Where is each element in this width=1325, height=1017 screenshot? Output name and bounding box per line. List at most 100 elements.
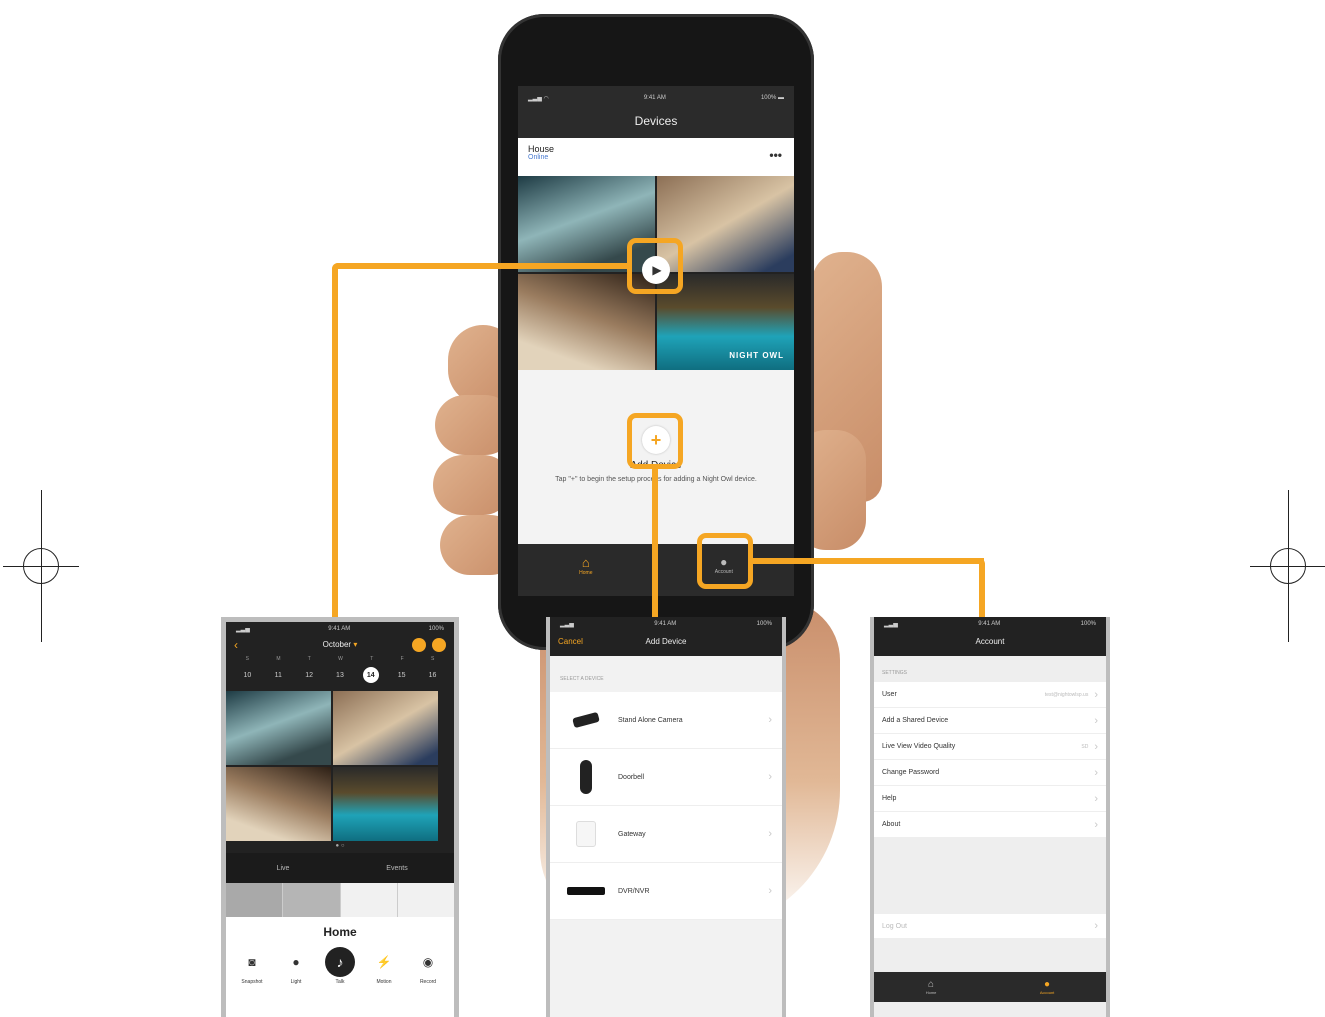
playback-icon[interactable] — [412, 638, 426, 652]
status-bar: ▂▃▅ 9:41 AM 100% — [884, 621, 1096, 628]
settings-row[interactable]: User test@nightowlsp.us › — [874, 682, 1106, 708]
settings-row-label: Add a Shared Device — [882, 717, 949, 724]
camera-tile-4[interactable] — [333, 767, 438, 841]
camera-device-icon — [560, 711, 612, 729]
status-bar: ▂▃▅ 9:41 AM 100% — [236, 626, 444, 633]
tab-home[interactable]: ⌂ Home — [579, 555, 592, 576]
settings-row-label: User — [882, 691, 897, 698]
talk-button[interactable]: ♪ Talk — [322, 947, 358, 985]
settings-row[interactable]: Live View Video Quality SD › — [874, 734, 1106, 760]
day-12[interactable]: 12 — [301, 667, 317, 683]
tab-events[interactable]: Events — [340, 865, 454, 872]
bottom-tab-bar: ⌂ Home ● Account — [874, 972, 1106, 1002]
device-option-label: Stand Alone Camera — [618, 716, 683, 724]
chevron-right-icon: › — [768, 771, 772, 783]
day-row: 10 11 12 13 14 15 16 — [226, 664, 454, 686]
settings-row[interactable]: About › — [874, 812, 1106, 838]
settings-list: User test@nightowlsp.us › Add a Shared Devi… — [874, 682, 1106, 838]
weekday-label: M — [276, 656, 281, 662]
middle-screen: ▂▃▅ 9:41 AM 100% Cancel Add Device SELEC… — [546, 617, 786, 1017]
section-header: SETTINGS — [882, 670, 908, 676]
light-button[interactable]: ● Light — [278, 947, 314, 985]
chevron-right-icon: › — [1094, 766, 1098, 779]
device-option[interactable]: DVR/NVR › — [550, 863, 782, 920]
logout-label: Log Out — [882, 922, 907, 930]
camera-grid[interactable] — [226, 691, 454, 843]
gateway-icon — [560, 821, 612, 847]
tab-live[interactable]: Live — [226, 865, 340, 872]
bulb-icon: ● — [292, 955, 300, 969]
device-option-label: Gateway — [618, 830, 646, 838]
device-card[interactable]: House Online ••• — [518, 138, 794, 176]
chevron-right-icon: › — [1094, 740, 1098, 753]
battery-indicator: 100% ▬ — [760, 95, 784, 101]
more-options-button[interactable]: ••• — [769, 148, 782, 162]
settings-row-value: test@nightowlsp.us — [1044, 691, 1089, 698]
chevron-right-icon: › — [1094, 920, 1098, 932]
section-header: SELECT A DEVICE — [560, 676, 604, 682]
device-option[interactable]: Doorbell › — [550, 749, 782, 806]
back-icon[interactable]: ‹ — [234, 638, 238, 652]
settings-row[interactable]: Change Password › — [874, 760, 1106, 786]
brand-watermark: NIGHT OWL — [729, 351, 784, 360]
chevron-right-icon: › — [768, 885, 772, 897]
tab-home[interactable]: ⌂ Home — [926, 979, 937, 995]
status-bar: ▂▃▅ ◠ 9:41 AM 100% ▬ — [518, 90, 794, 106]
weekday-label: F — [400, 656, 404, 662]
person-icon: ● — [1044, 979, 1051, 990]
chevron-right-icon: › — [1094, 714, 1098, 727]
signal-icon: ▂▃▅ ◠ — [528, 95, 549, 102]
day-14[interactable]: 14 — [362, 667, 379, 683]
day-16[interactable]: 16 — [424, 667, 440, 683]
signal-icon: ▂▃▅ — [560, 621, 574, 628]
edit-icon[interactable] — [432, 638, 446, 652]
logout-row[interactable]: Log Out › — [874, 914, 1106, 938]
device-list: Stand Alone Camera › Doorbell › Gateway › DVR/… — [550, 692, 782, 920]
right-screen: ▂▃▅ 9:41 AM 100% Account SETTINGS User te… — [870, 617, 1110, 1017]
tab-account[interactable]: ● Account — [1040, 979, 1054, 995]
weekday-label: W — [338, 656, 343, 662]
callout-play — [627, 238, 683, 294]
settings-row-label: Live View Video Quality — [882, 743, 956, 750]
page-title: Account — [975, 637, 1005, 646]
live-events-tabs: Live Events — [226, 853, 454, 883]
snapshot-button[interactable]: ◙ Snapshot — [234, 947, 270, 985]
weekday-row: SMTWTFS — [226, 656, 454, 664]
settings-row-value: SD — [1081, 743, 1089, 750]
callout-add — [627, 413, 683, 469]
callout-account — [697, 533, 753, 589]
motion-icon: ⚡ — [376, 955, 392, 969]
cancel-button[interactable]: Cancel — [558, 637, 583, 646]
timeline[interactable] — [226, 883, 454, 917]
signal-icon: ▂▃▅ — [884, 621, 898, 628]
settings-row[interactable]: Help › — [874, 786, 1106, 812]
chevron-right-icon: › — [768, 828, 772, 840]
home-icon: ⌂ — [581, 554, 590, 570]
settings-row[interactable]: Add a Shared Device › — [874, 708, 1106, 734]
camera-tile-1[interactable] — [226, 691, 331, 765]
page-title: Add Device — [645, 637, 687, 646]
device-status: Online — [528, 154, 549, 161]
status-bar: ▂▃▅ 9:41 AM 100% — [560, 621, 772, 628]
calendar-header: ‹ October ▾ — [226, 636, 454, 656]
day-15[interactable]: 15 — [394, 667, 410, 683]
record-button[interactable]: ◉ Record — [410, 947, 446, 985]
day-13[interactable]: 13 — [332, 667, 348, 683]
device-option[interactable]: Stand Alone Camera › — [550, 692, 782, 749]
settings-row-label: Change Password — [882, 769, 940, 776]
device-name: House — [528, 144, 555, 154]
weekday-label: S — [430, 656, 435, 662]
stage: ▂▃▅ ◠ 9:41 AM 100% ▬ Devices House Onlin… — [0, 0, 1325, 1017]
device-option-label: DVR/NVR — [618, 887, 650, 895]
action-row: ◙ Snapshot ● Light ♪ Talk ⚡ Motion ◉ Record — [226, 947, 454, 985]
device-option[interactable]: Gateway › — [550, 806, 782, 863]
motion-button[interactable]: ⚡ Motion — [366, 947, 402, 985]
signal-icon: ▂▃▅ — [236, 626, 250, 633]
left-screen: ▂▃▅ 9:41 AM 100% ‹ October ▾ SMTWTFS 10 1… — [221, 617, 459, 1017]
home-icon: ⌂ — [928, 979, 935, 990]
camera-tile-3[interactable] — [226, 767, 331, 841]
camera-tile-2[interactable] — [333, 691, 438, 765]
mic-icon: ♪ — [325, 947, 355, 977]
day-11[interactable]: 11 — [270, 667, 286, 683]
day-10[interactable]: 10 — [239, 667, 255, 683]
